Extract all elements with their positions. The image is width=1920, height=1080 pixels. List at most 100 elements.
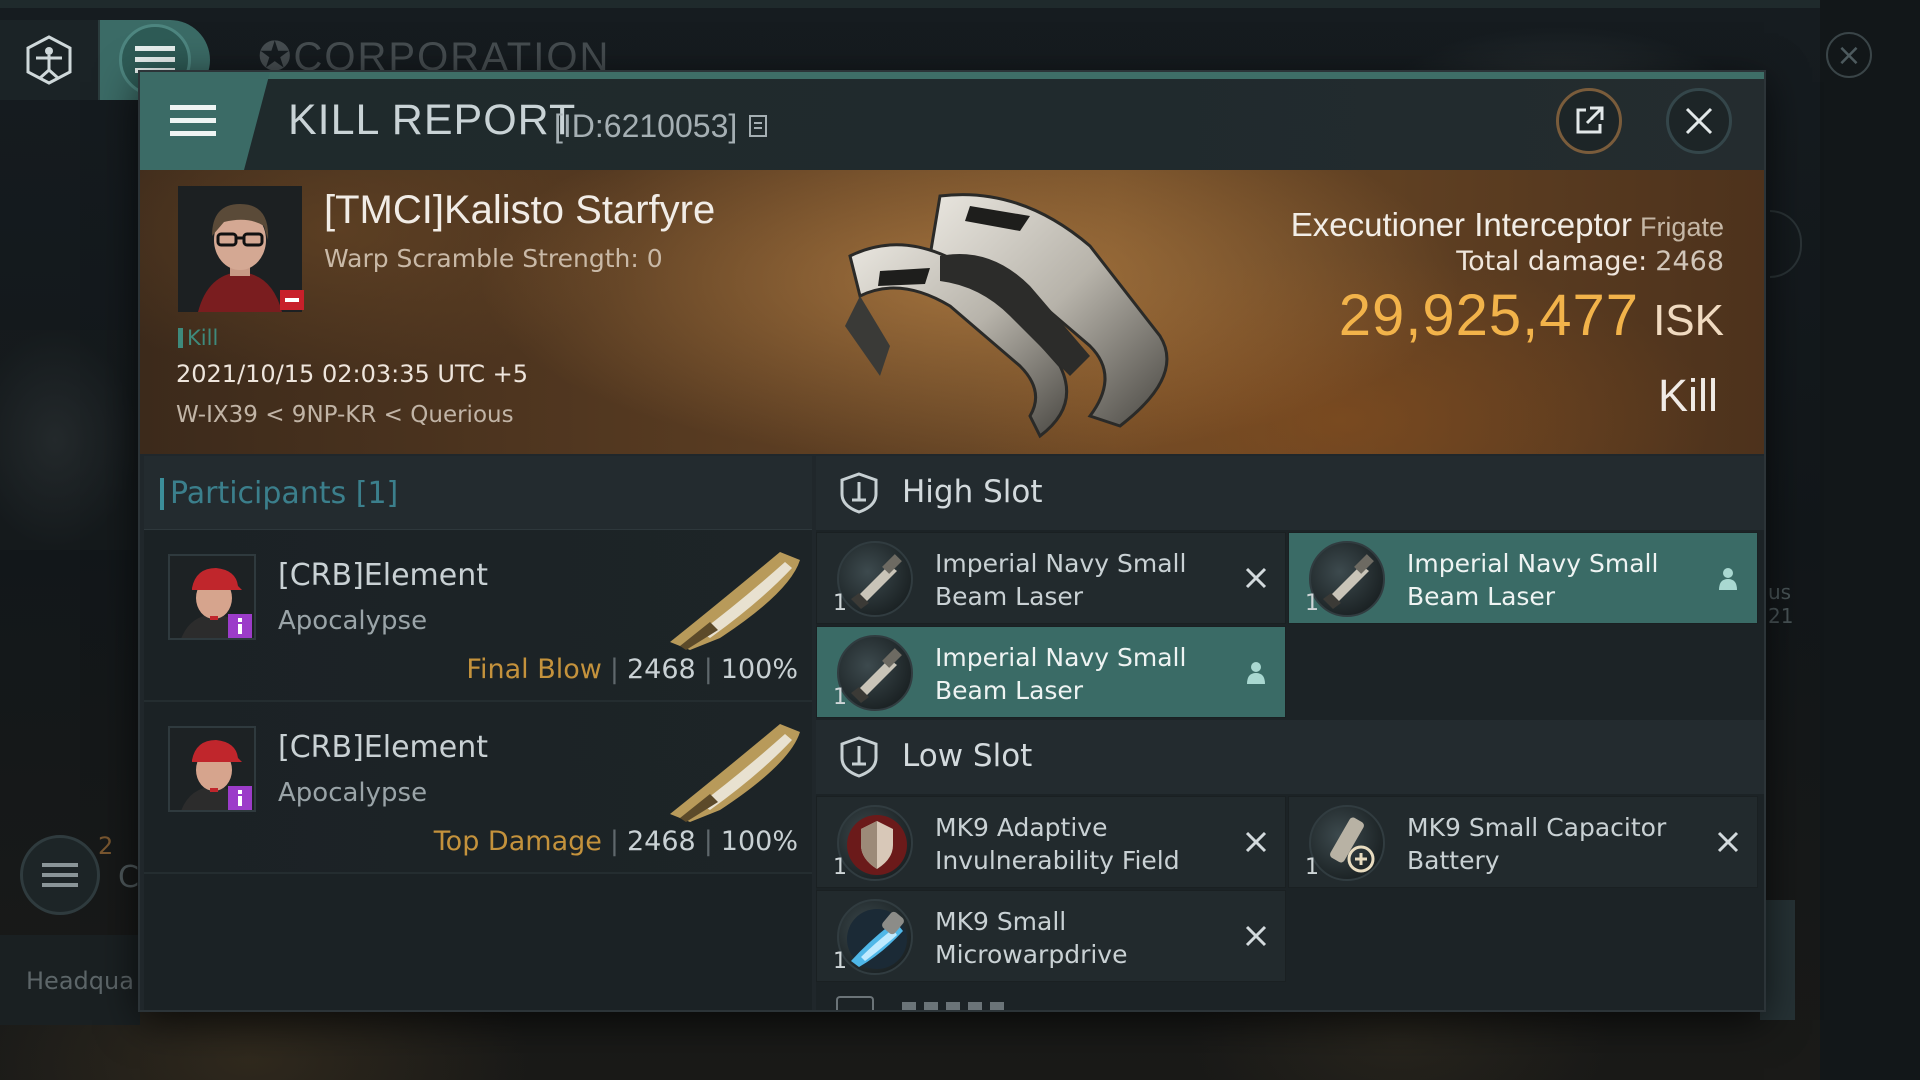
share-external-icon: [1576, 106, 1604, 134]
participant-ship: Apocalypse: [278, 778, 428, 808]
isk-value: 29,925,477 ISK: [1339, 282, 1724, 349]
person-icon: [1241, 657, 1271, 687]
background-letter: C: [118, 860, 139, 895]
laser-icon: [837, 635, 913, 711]
kill-datetime: 2021/10/15 02:03:35 UTC +5: [176, 360, 528, 388]
participants-panel: Participants [1] [CRB]Element Apocalypse: [144, 456, 812, 1010]
report-id: [ID:6210053]: [554, 108, 738, 144]
module-name: Imperial Navy Small Beam Laser: [935, 549, 1187, 611]
victim-name[interactable]: [TMCI]Kalisto Starfyre: [324, 188, 715, 233]
module-name: MK9 Small Capacitor Battery: [1407, 813, 1667, 875]
participant-ship-icon: [670, 552, 800, 650]
next-section-shield-icon: [836, 996, 874, 1010]
close-button[interactable]: [1666, 88, 1732, 154]
copy-icon[interactable]: [748, 114, 768, 138]
close-icon: [1685, 107, 1713, 135]
background-close-button[interactable]: ×: [1826, 32, 1872, 78]
person-icon: [1713, 563, 1743, 593]
x-mark-icon: [1241, 827, 1271, 857]
capacitor-battery-icon: [1309, 805, 1385, 881]
participant-name: [CRB]Element: [278, 730, 488, 765]
participant-row[interactable]: [CRB]Element Apocalypse Top Damage | 2468 |…: [144, 702, 812, 874]
laser-icon: [1309, 541, 1385, 617]
module-name: MK9 Small Microwarpdrive: [935, 907, 1128, 969]
main-logo-button[interactable]: [0, 20, 100, 100]
background-headquarters-tab[interactable]: Headqua: [0, 935, 140, 1025]
close-icon: ×: [1836, 37, 1862, 73]
module-quantity: 1: [833, 855, 847, 880]
module-name: Imperial Navy Small Beam Laser: [935, 643, 1187, 705]
hamburger-menu-icon: [42, 863, 78, 887]
share-button[interactable]: [1556, 88, 1622, 154]
vitruvian-logo-icon: [26, 35, 72, 85]
headquarters-label: Headqua: [26, 967, 134, 995]
module-name: MK9 Adaptive Invulnerability Field: [935, 813, 1180, 875]
dialog-title: KILL REPORT: [288, 96, 577, 144]
microwarpdrive-icon: [837, 899, 913, 975]
kill-report-dialog: KILL REPORT [ID:6210053] [TMCI]Kalisto S…: [140, 72, 1764, 1010]
background-right-panel: [1820, 0, 1920, 1080]
slot-shield-icon: [840, 736, 878, 778]
standing-badge: [228, 786, 252, 810]
background-count: 2: [98, 832, 114, 860]
participant-row[interactable]: [CRB]Element Apocalypse Final Blow | 2468 |…: [144, 530, 812, 702]
ship-class: Frigate: [1639, 212, 1724, 242]
ship-type-name: Executioner Interceptor: [1290, 206, 1632, 243]
module-quantity: 1: [833, 685, 847, 710]
x-mark-icon: [1713, 827, 1743, 857]
isk-amount: 29,925,477: [1338, 283, 1640, 348]
fittings-panel: High Slot 1 Imperial Navy Small Beam Las…: [816, 456, 1764, 1010]
total-damage-label: Total damage:: [1456, 246, 1648, 277]
hamburger-menu-icon: [170, 105, 216, 136]
background-structure: [0, 330, 138, 550]
background-top-bar: [0, 0, 1920, 8]
participant-ship-icon: [670, 724, 800, 822]
shield-module-icon: [837, 805, 913, 881]
module-quantity: 1: [1305, 855, 1319, 880]
isk-unit: ISK: [1653, 296, 1724, 345]
result-tag: Kill: [178, 326, 218, 350]
participant-stats: Final Blow | 2468 | 100%: [466, 654, 798, 685]
ship-name[interactable]: Executioner Interceptor Frigate: [1291, 206, 1724, 244]
warp-scramble-strength: Warp Scramble Strength: 0: [324, 244, 663, 273]
x-mark-icon: [1241, 921, 1271, 951]
ship-render: [845, 193, 1169, 439]
kill-location[interactable]: W-IX39 < 9NP-KR < Querious: [176, 402, 514, 428]
high-slot-header: High Slot: [816, 456, 1764, 530]
laser-icon: [837, 541, 913, 617]
low-slot-header: Low Slot: [816, 720, 1764, 794]
total-damage: Total damage: 2468: [1456, 246, 1724, 277]
background-right-button[interactable]: [1760, 900, 1795, 1020]
total-damage-value: 2468: [1655, 246, 1724, 277]
participant-damage: 2468: [626, 826, 696, 857]
module-slot[interactable]: 1 MK9 Small Capacitor Battery: [1288, 796, 1758, 888]
participant-stats: Top Damage | 2468 | 100%: [433, 826, 798, 857]
participant-role: Top Damage: [433, 826, 602, 857]
module-slot[interactable]: 1 Imperial Navy Small Beam Laser: [816, 626, 1286, 718]
module-slot[interactable]: 1 MK9 Adaptive Invulnerability Field: [816, 796, 1286, 888]
minus-icon: [285, 298, 299, 302]
background-right-text: us 21: [1768, 580, 1794, 628]
background-left-menu-button[interactable]: [20, 835, 100, 915]
module-name: Imperial Navy Small Beam Laser: [1407, 549, 1659, 611]
module-slot[interactable]: 1 Imperial Navy Small Beam Laser: [1288, 532, 1758, 624]
participant-percent: 100%: [720, 826, 798, 857]
module-quantity: 1: [1305, 591, 1319, 616]
low-slot-label: Low Slot: [902, 738, 1033, 774]
victim-banner: [TMCI]Kalisto Starfyre Warp Scramble Str…: [140, 170, 1764, 454]
participants-header[interactable]: Participants [1]: [144, 456, 812, 530]
x-mark-icon: [1241, 563, 1271, 593]
slot-shield-icon: [840, 472, 878, 514]
info-icon: [238, 618, 242, 634]
module-slot[interactable]: 1 MK9 Small Microwarpdrive: [816, 890, 1286, 982]
hostile-badge: [280, 290, 304, 310]
module-quantity: 1: [833, 949, 847, 974]
high-slot-label: High Slot: [902, 474, 1043, 510]
module-slot[interactable]: 1 Imperial Navy Small Beam Laser: [816, 532, 1286, 624]
module-quantity: 1: [833, 591, 847, 616]
participant-damage: 2468: [626, 654, 696, 685]
participant-role: Final Blow: [466, 654, 602, 685]
next-section-label-cutoff: [902, 1002, 1012, 1010]
header-accent-line: [240, 72, 1764, 79]
participant-percent: 100%: [720, 654, 798, 685]
